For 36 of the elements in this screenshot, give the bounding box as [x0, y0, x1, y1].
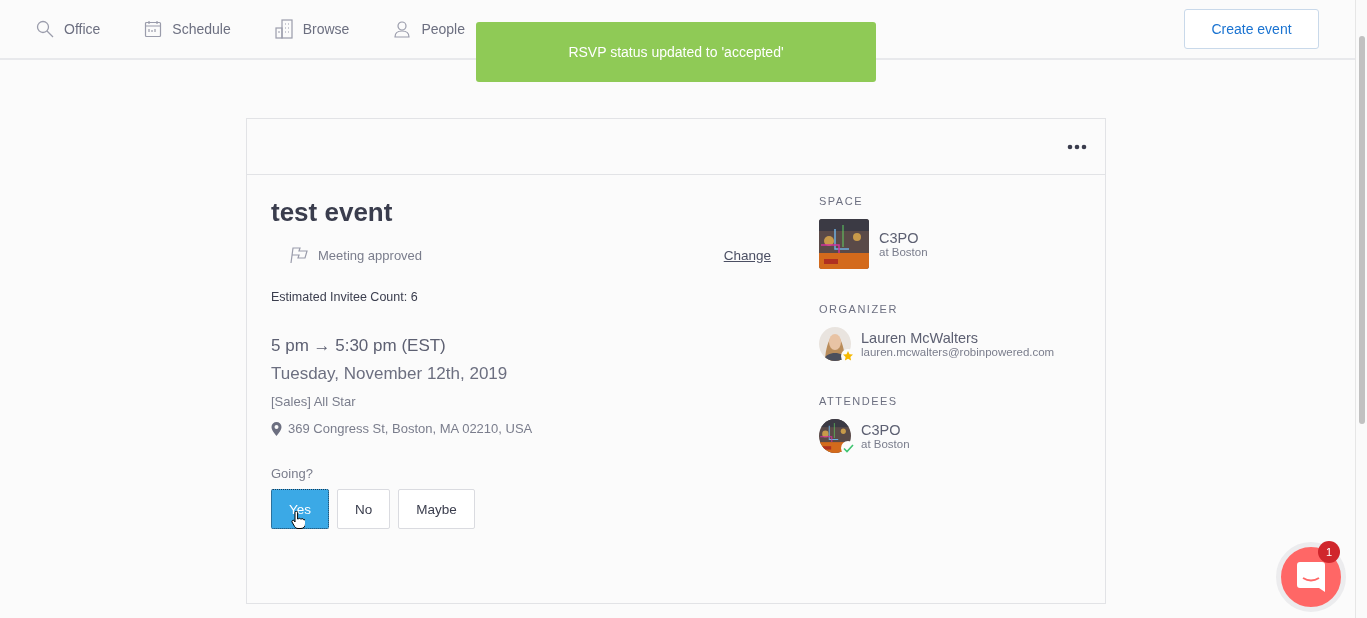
status-toast: RSVP status updated to 'accepted' — [476, 22, 876, 82]
section-heading: SPACE — [819, 195, 864, 207]
notification-count: 1 — [1318, 541, 1340, 563]
change-link[interactable]: Change — [723, 247, 771, 263]
scrollbar[interactable] — [1355, 0, 1367, 618]
rsvp-button[interactable]: Maybe — [398, 489, 475, 529]
nav-link[interactable]: Schedule — [144, 20, 231, 38]
approval-status: Meeting approved — [318, 247, 423, 263]
chat-icon — [1297, 562, 1325, 592]
item-name: Lauren McWalters — [861, 330, 980, 346]
building-icon — [274, 19, 293, 39]
section-heading: ATTENDEES — [819, 395, 899, 407]
event-address: 369 Congress St, Boston, MA 02210, USA — [288, 421, 533, 436]
person-icon — [393, 20, 412, 38]
item-detail: lauren.mcwalters@robinpowered.com — [861, 346, 1055, 358]
section-heading: ORGANIZER — [819, 303, 899, 315]
flag-icon — [289, 246, 308, 264]
calendar-name: [Sales] All Star — [271, 394, 357, 409]
item-name: C3PO — [861, 422, 902, 438]
event-title: test event — [271, 197, 394, 228]
item-name: C3PO — [879, 230, 920, 246]
event-date: Tuesday, November 12th, 2019 — [271, 364, 509, 384]
search-icon — [36, 20, 54, 38]
nav-link[interactable]: Browse — [274, 19, 350, 39]
more-icon[interactable] — [1067, 143, 1087, 150]
calendar-icon — [144, 20, 163, 38]
nav-link[interactable]: People — [393, 20, 465, 38]
item-detail: at Boston — [879, 246, 928, 258]
create-event-button[interactable]: Create event — [1184, 9, 1319, 49]
nav-link[interactable]: Office — [36, 20, 101, 38]
event-time: 5 pm → 5:30 pm (EST) — [271, 336, 447, 356]
rsvp-label: Going? — [271, 466, 314, 481]
invitee-count: Estimated Invitee Count: 6 — [271, 290, 419, 304]
location-pin-icon — [271, 421, 282, 436]
rsvp-button[interactable]: No — [337, 489, 391, 529]
item-detail: at Boston — [861, 438, 910, 450]
